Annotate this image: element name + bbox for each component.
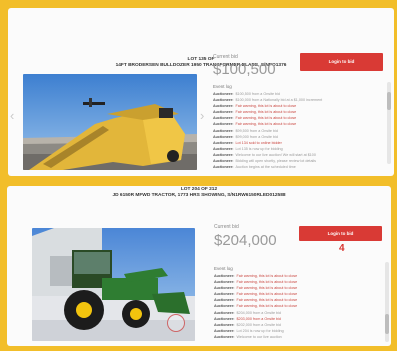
feed-message: Welcome to our live auction! We will sta… <box>235 152 316 157</box>
feed-author: Auctioneer: <box>213 116 234 121</box>
feed-author: Auctioneer: <box>214 328 235 333</box>
feed-message: Lot 204 is now up for bidding <box>236 328 284 333</box>
feed-author: Auctioneer: <box>213 104 234 109</box>
feed-message: Fair warning, this lot is about to close <box>235 122 297 127</box>
feed-author: Auctioneer: <box>214 334 235 339</box>
feed-author: Auctioneer: <box>213 146 234 151</box>
feed-author: Auctioneer: <box>214 310 235 315</box>
feed-item: Auctioneer: Welcome to our live auction <box>214 334 384 340</box>
feed-message: $99,000 from a Onsite bid <box>235 134 278 139</box>
feed-message: $202,000 from a Onsite bid <box>236 322 281 327</box>
feed-author: Auctioneer: <box>214 280 235 285</box>
current-bid-label: Current bid <box>213 54 238 60</box>
feed-message: Fair warning, this lot is about to close <box>236 286 298 291</box>
feed-message: Fair warning, this lot is about to close <box>235 104 297 109</box>
feed-author: Auctioneer: <box>214 286 235 291</box>
feed-author: Auctioneer: <box>213 98 234 103</box>
feed-message: Fair warning, this lot is about to close <box>236 280 298 285</box>
feed-message: Bidding will open shortly, please review… <box>235 159 316 164</box>
feed-author: Auctioneer: <box>213 140 234 145</box>
lot-panel-tractor: LOT 204 OF 212 JD 6150R MFWD TRACTOR, 17… <box>7 186 391 346</box>
feed-message: $100,500 from a Onsite bid <box>235 92 280 96</box>
auctioneer-feed: Auctioneer: Fair warning, this lot is abo… <box>214 273 384 340</box>
auction-logo-watermark <box>167 314 185 332</box>
feed-author: Auctioneer: <box>213 92 234 96</box>
feed-message: $203,000 from a Onsite bid <box>236 316 281 321</box>
feed-author: Auctioneer: <box>214 316 235 321</box>
current-bid-amount: $100,500 <box>213 61 276 78</box>
feed-message: Lot 135 is now up for bidding <box>235 146 283 151</box>
feed-author: Auctioneer: <box>214 292 235 297</box>
login-to-bid-button[interactable]: Login to bid <box>300 53 383 71</box>
auctioneer-feed: Auctioneer: $100,500 from a Onsite bid Auc… <box>213 91 385 170</box>
feed-message: Fair warning, this lot is about to close <box>236 274 298 278</box>
lot-photo[interactable] <box>23 74 197 170</box>
scrollbar-thumb[interactable] <box>385 314 389 334</box>
feed-author: Auctioneer: <box>214 274 235 278</box>
feed-scrollbar[interactable] <box>387 82 391 164</box>
feed-scrollbar[interactable] <box>385 262 389 342</box>
feed-author: Auctioneer: <box>214 298 235 303</box>
feed-message: Fair warning, this lot is about to close <box>235 110 297 115</box>
feed-message: Fair warning, this lot is about to close <box>236 298 298 303</box>
feed-author: Auctioneer: <box>213 110 234 115</box>
feed-message: $99,500 from a Onsite bid <box>235 128 278 133</box>
bulldozer-blade-image <box>23 74 197 170</box>
current-bid-amount: $204,000 <box>214 232 277 249</box>
feed-message: Welcome to our live auction <box>236 334 282 339</box>
feed-author: Auctioneer: <box>214 304 235 309</box>
lot-panel-bulldozer: LOT 135 OF 14FT BRODERSEN BULLDOZER 1950… <box>8 8 394 176</box>
feed-message: Lot 134 sold to online bidder <box>235 140 282 145</box>
login-to-bid-button[interactable]: Login to bid <box>299 226 382 241</box>
current-bid-label: Current bid <box>214 224 239 230</box>
feed-message: Fair warning, this lot is about to close <box>235 116 297 121</box>
feed-message: $204,000 from a Onsite bid <box>236 310 281 315</box>
chevron-left-icon[interactable]: ‹ <box>10 108 14 123</box>
feed-author: Auctioneer: <box>213 159 234 164</box>
bid-count-badge: 4 <box>339 243 345 254</box>
feed-message: Fair warning, this lot is about to close <box>236 304 298 309</box>
feed-author: Auctioneer: <box>213 134 234 139</box>
feed-author: Auctioneer: <box>214 322 235 327</box>
feed-author: Auctioneer: <box>213 165 234 170</box>
feed-message: Fair warning, this lot is about to close <box>236 292 298 297</box>
feed-author: Auctioneer: <box>213 128 234 133</box>
lot-title: JD 6150R MFWD TRACTOR, 1773 HRS SHOWING,… <box>112 193 286 198</box>
feed-author: Auctioneer: <box>213 152 234 157</box>
feed-message: Auction begins at the scheduled time <box>235 165 296 170</box>
chevron-right-icon[interactable]: › <box>200 108 204 123</box>
event-log-title: Event log <box>214 266 233 271</box>
event-log-title: Event log <box>213 84 232 89</box>
scrollbar-thumb[interactable] <box>387 92 391 110</box>
feed-item: Auctioneer: Auction begins at the schedul… <box>213 164 385 170</box>
feed-author: Auctioneer: <box>213 122 234 127</box>
feed-message: $100,000 from a Nationally bid at a $1,0… <box>235 98 323 103</box>
